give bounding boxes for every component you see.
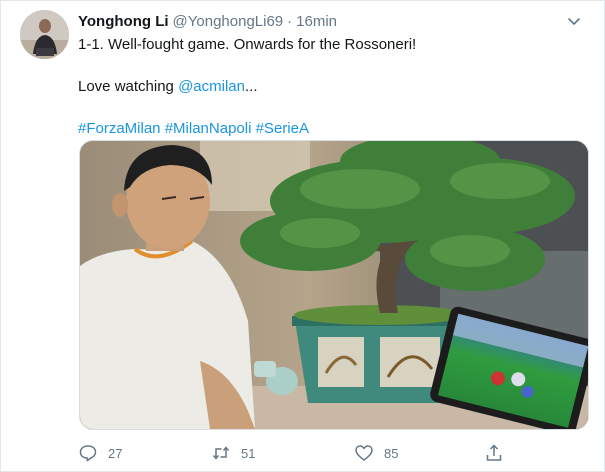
heart-icon [355,445,373,461]
retweet-count: 51 [241,445,256,461]
like-button[interactable]: 85 [354,443,484,463]
tweet-line-2-suffix: ... [245,78,258,95]
reply-icon [79,445,97,462]
tweet-line-1: 1-1. Well-fought game. Onwards for the R… [78,36,417,53]
photo-illustration [80,141,588,429]
tweet-card[interactable]: Yonghong Li @YonghongLi69 · 16min 1-1. W… [0,0,605,472]
hashtag-link[interactable]: #MilanNapoli [165,120,252,137]
share-icon [486,444,502,461]
tweet-text: 1-1. Well-fought game. Onwards for the R… [78,35,583,139]
chevron-down-icon[interactable] [564,11,584,31]
author-name[interactable]: Yonghong Li [78,13,169,30]
like-count: 85 [384,445,399,461]
timestamp[interactable]: 16min [296,13,337,30]
hashtag-row: #ForzaMilan #MilanNapoli #SerieA [78,119,583,139]
reply-count: 27 [108,445,123,461]
tweet-line-2: Love watching @acmilan... [78,77,583,97]
mention-link[interactable]: @acmilan [178,78,245,95]
retweet-icon [212,446,230,460]
reply-button[interactable]: 27 [78,443,211,463]
tweet-actions: 27 51 85 [78,441,518,465]
tweet-photo[interactable] [79,140,589,430]
author-handle[interactable]: @YonghongLi69 [173,13,284,30]
share-button[interactable] [484,443,504,463]
separator-dot: · [287,12,293,30]
avatar[interactable] [20,10,69,59]
tweet-line-2-prefix: Love watching [78,78,179,95]
avatar-photo [20,10,69,59]
retweet-button[interactable]: 51 [211,443,354,463]
tweet-header: Yonghong Li @YonghongLi69 · 16min [78,11,584,31]
hashtag-link[interactable]: #ForzaMilan [78,120,161,137]
hashtag-link[interactable]: #SerieA [256,120,309,137]
